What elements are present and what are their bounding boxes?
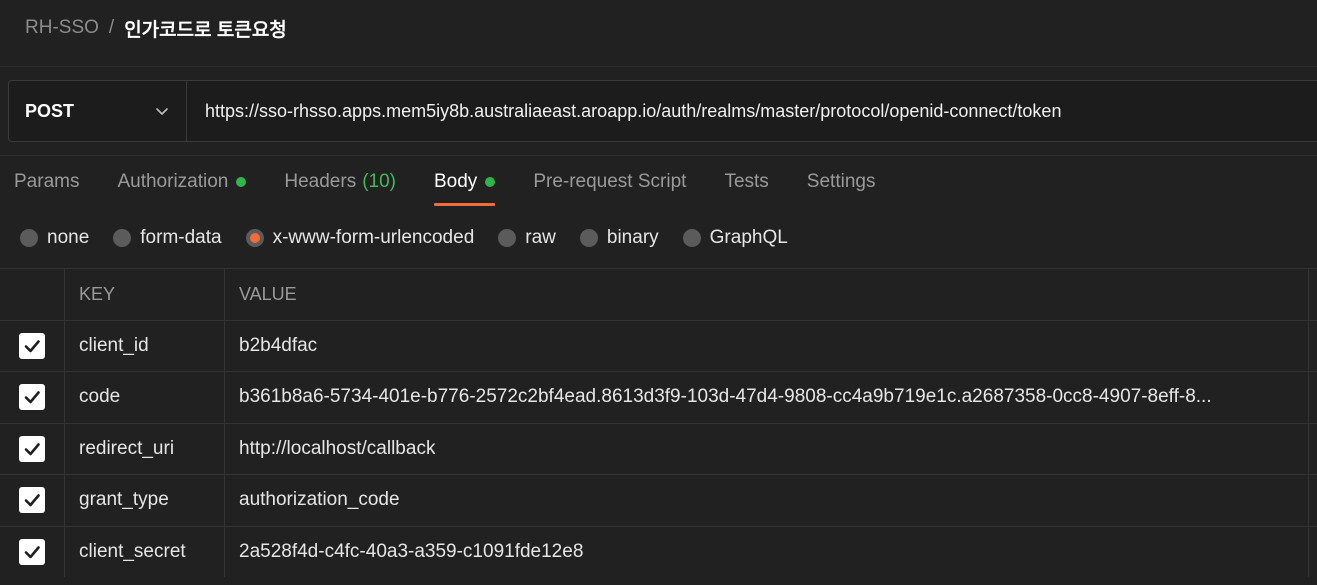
tab-tests[interactable]: Tests xyxy=(724,166,768,198)
tab-label: Pre-request Script xyxy=(533,171,687,192)
check-cell xyxy=(0,423,65,474)
check-cell xyxy=(0,372,65,423)
column-resize-handle[interactable] xyxy=(1308,269,1317,320)
row-edge xyxy=(1308,423,1317,474)
status-dot-icon xyxy=(236,177,247,187)
radio-icon xyxy=(579,229,598,247)
breadcrumb: RH-SSO / 인가코드로 토큰요청 xyxy=(25,14,287,42)
row-value[interactable]: b2b4dfac xyxy=(225,321,1308,372)
row-checkbox[interactable] xyxy=(19,487,45,514)
body-type-urlencoded[interactable]: x-www-form-urlencoded xyxy=(245,227,475,249)
tab-authorization[interactable]: Authorization xyxy=(117,166,247,198)
header-check-cell xyxy=(0,269,65,320)
tab-pre-request-script[interactable]: Pre-request Script xyxy=(533,166,686,198)
body-type-form-data[interactable]: form-data xyxy=(113,227,222,249)
body-type-selector: none form-data x-www-form-urlencoded raw… xyxy=(20,224,812,252)
radio-label: x-www-form-urlencoded xyxy=(272,227,475,248)
breadcrumb-collection[interactable]: RH-SSO xyxy=(25,17,99,39)
radio-icon xyxy=(113,229,132,247)
row-value-text: b361b8a6-5734-401e-b776-2572c2bf4ead.861… xyxy=(239,386,1212,408)
row-key[interactable]: client_secret xyxy=(65,526,225,577)
tab-headers[interactable]: Headers (10) xyxy=(284,166,396,198)
row-value[interactable]: b361b8a6-5734-401e-b776-2572c2bf4ead.861… xyxy=(225,372,1308,423)
row-value[interactable]: http://localhost/callback xyxy=(225,424,1308,475)
url-input[interactable]: https://sso-rhsso.apps.mem5iy8b.australi… xyxy=(187,81,1317,141)
row-key[interactable]: client_id xyxy=(65,320,225,371)
row-edge xyxy=(1308,372,1317,423)
row-value[interactable]: authorization_code xyxy=(225,475,1308,526)
status-dot-icon xyxy=(485,177,496,187)
params-table: KEY VALUE client_id b2b4dfac code b361b8… xyxy=(0,268,1317,577)
row-value-text: 2a528f4d-c4fc-40a3-a359-c1091fde12e8 xyxy=(239,540,584,562)
radio-icon xyxy=(498,229,517,247)
row-edge xyxy=(1308,320,1317,371)
radio-label: form-data xyxy=(140,227,222,248)
tab-label: Tests xyxy=(724,171,769,192)
row-value-text: authorization_code xyxy=(239,489,400,511)
body-type-raw[interactable]: raw xyxy=(498,227,556,249)
tab-label: Authorization xyxy=(117,171,229,192)
row-checkbox[interactable] xyxy=(19,538,45,565)
divider xyxy=(0,155,1317,156)
row-edge xyxy=(1308,475,1317,526)
row-value[interactable]: 2a528f4d-c4fc-40a3-a359-c1091fde12e8 xyxy=(225,527,1308,578)
chevron-down-icon xyxy=(156,108,168,115)
table-row: redirect_uri http://localhost/callback xyxy=(0,422,1317,475)
checkmark-icon xyxy=(24,442,40,456)
row-edge xyxy=(1308,526,1317,577)
radio-label: binary xyxy=(606,227,659,248)
request-tabs: Params Authorization Headers (10) Body P… xyxy=(14,166,913,206)
table-row: grant_type authorization_code xyxy=(0,474,1317,526)
radio-icon xyxy=(682,229,701,247)
body-type-graphql[interactable]: GraphQL xyxy=(682,227,788,249)
checkmark-icon xyxy=(24,391,40,404)
checkmark-icon xyxy=(24,339,40,353)
radio-label: raw xyxy=(525,227,556,248)
method-select[interactable]: POST xyxy=(9,81,187,141)
row-checkbox[interactable] xyxy=(19,332,45,359)
divider xyxy=(0,66,1317,67)
tab-label: Headers xyxy=(284,171,357,192)
body-type-none[interactable]: none xyxy=(20,227,89,249)
radio-selected-icon xyxy=(245,229,264,247)
row-value-text: b2b4dfac xyxy=(239,334,318,356)
body-type-binary[interactable]: binary xyxy=(579,227,659,249)
tab-label: Settings xyxy=(806,171,876,192)
check-cell xyxy=(0,475,65,526)
headers-count: (10) xyxy=(362,171,396,192)
table-row: code b361b8a6-5734-401e-b776-2572c2bf4ea… xyxy=(0,371,1317,423)
column-header-key: KEY xyxy=(65,269,225,320)
row-checkbox[interactable] xyxy=(19,384,45,411)
row-value-text: http://localhost/callback xyxy=(239,437,436,459)
table-row: client_secret 2a528f4d-c4fc-40a3-a359-c1… xyxy=(0,525,1317,578)
method-label: POST xyxy=(25,100,75,121)
row-key[interactable]: grant_type xyxy=(65,475,225,526)
check-cell xyxy=(0,320,65,371)
tab-settings[interactable]: Settings xyxy=(807,166,876,198)
checkmark-icon xyxy=(24,494,40,507)
radio-label: none xyxy=(47,227,90,248)
table-row: client_id b2b4dfac xyxy=(0,319,1317,372)
breadcrumb-separator: / xyxy=(108,17,115,38)
column-header-value: VALUE xyxy=(239,283,297,304)
request-bar: POST https://sso-rhsso.apps.mem5iy8b.aus… xyxy=(8,80,1317,142)
check-cell xyxy=(0,526,65,577)
radio-icon xyxy=(20,229,38,247)
radio-label: GraphQL xyxy=(709,227,788,248)
table-header: KEY VALUE xyxy=(0,268,1317,320)
tab-label: Params xyxy=(14,171,80,192)
tab-label: Body xyxy=(434,171,478,192)
row-key[interactable]: redirect_uri xyxy=(65,423,225,474)
tab-params[interactable]: Params xyxy=(14,166,79,198)
row-key[interactable]: code xyxy=(65,372,225,423)
tab-body[interactable]: Body xyxy=(434,166,496,206)
checkmark-icon xyxy=(24,545,40,559)
request-name[interactable]: 인가코드로 토큰요청 xyxy=(124,15,287,42)
row-checkbox[interactable] xyxy=(19,435,45,462)
